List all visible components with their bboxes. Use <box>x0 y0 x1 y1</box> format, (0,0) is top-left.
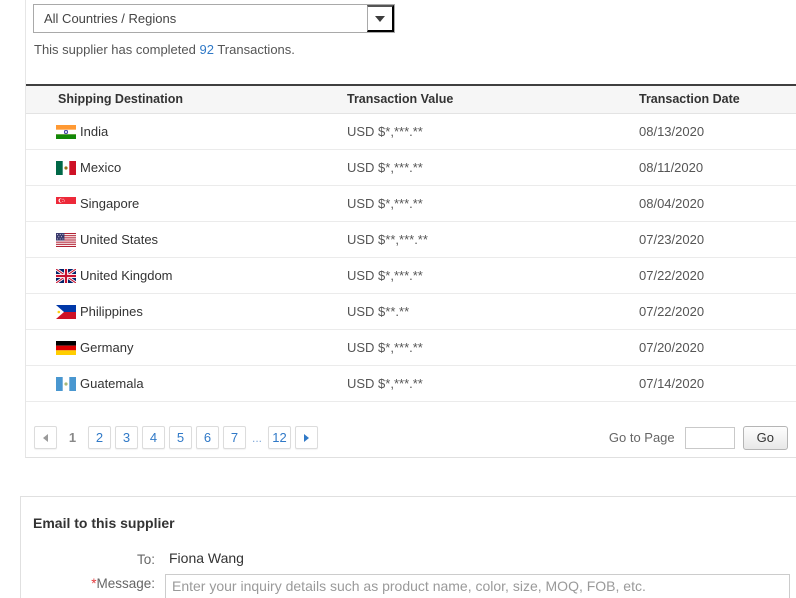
transaction-date-cell: 07/20/2020 <box>638 329 796 366</box>
pagination-page-6[interactable]: 6 <box>196 426 219 449</box>
country-name: United Kingdom <box>80 267 173 283</box>
pager: 1 2 3 4 5 6 7... 12 <box>34 426 609 449</box>
prev-page-icon <box>43 433 48 442</box>
transaction-date-cell: 08/11/2020 <box>638 149 796 186</box>
transaction-value-cell: USD $*,***.** <box>346 113 638 150</box>
country-region-filter[interactable]: All Countries / Regions <box>33 4 395 33</box>
next-page-icon <box>304 433 310 442</box>
transaction-date-cell: 07/22/2020 <box>638 293 796 330</box>
chevron-down-icon <box>375 15 385 22</box>
pagination-page-3[interactable]: 3 <box>115 426 138 449</box>
email-panel-title: Email to this supplier <box>33 514 175 531</box>
shipping-destination-cell: Guatemala <box>26 365 346 402</box>
flag-united-kingdom-icon <box>56 268 76 283</box>
transaction-value-cell: USD $*,***.** <box>346 185 638 222</box>
shipping-destination-cell: Germany <box>26 329 346 366</box>
country-name: India <box>80 123 109 139</box>
shipping-destination-cell: Singapore <box>26 185 346 222</box>
to-label: To: <box>136 551 155 567</box>
pagination-page-12[interactable]: 12 <box>268 426 292 449</box>
flag-germany-icon <box>56 340 76 355</box>
pagination-ellipsis: ... <box>252 430 263 445</box>
country-filter-value: All Countries / Regions <box>44 11 177 26</box>
message-row: *Message: <box>33 573 796 598</box>
flag-guatemala-icon <box>56 376 76 391</box>
table-row: United States USD $**,***.** 07/23/2020 <box>26 221 796 258</box>
country-name: Singapore <box>80 195 140 211</box>
email-supplier-panel: Email to this supplier To: Fiona Wang *M… <box>20 495 796 598</box>
message-label: *Message: <box>33 574 155 591</box>
transaction-value-cell: USD $**,***.** <box>346 221 638 258</box>
table-row: Germany USD $*,***.** 07/20/2020 <box>26 329 796 366</box>
goto-page-input[interactable] <box>684 426 735 449</box>
pagination-bar: 1 2 3 4 5 6 7... 12 Go to Page Go <box>34 425 788 450</box>
transactions-body: India USD $*,***.** 08/13/2020 Mexico USD $*… <box>26 113 796 402</box>
country-name: United States <box>80 231 159 247</box>
flag-india-icon <box>56 124 76 139</box>
transactions-count-link[interactable]: 92 <box>199 42 213 57</box>
table-row: United Kingdom USD $*,***.** 07/22/2020 <box>26 257 796 294</box>
transaction-value-cell: USD $*,***.** <box>346 149 638 186</box>
column-header-transaction-date: Transaction Date <box>638 84 796 114</box>
shipping-destination-cell: United Kingdom <box>26 257 346 294</box>
country-name: Germany <box>80 339 134 355</box>
pagination-page-2[interactable]: 2 <box>88 426 111 449</box>
transaction-value-cell: USD $*,***.** <box>346 329 638 366</box>
table-row: Mexico USD $*,***.** 08/11/2020 <box>26 149 796 186</box>
country-name: Guatemala <box>80 375 144 391</box>
transactions-summary: This supplier has completed 92 Transacti… <box>34 42 796 57</box>
shipping-destination-cell: Philippines <box>26 293 346 330</box>
pagination-next-button[interactable] <box>295 426 319 449</box>
flag-singapore-icon <box>56 196 76 211</box>
goto-page-label: Go to Page <box>608 430 675 445</box>
transaction-date-cell: 07/14/2020 <box>638 365 796 402</box>
column-header-transaction-value: Transaction Value <box>346 84 638 114</box>
to-row: To: Fiona Wang <box>33 550 796 567</box>
country-name: Philippines <box>80 303 143 319</box>
transaction-value-cell: USD $*,***.** <box>346 257 638 294</box>
flag-philippines-icon <box>56 304 76 319</box>
summary-suffix: Transactions. <box>217 42 295 57</box>
transaction-date-cell: 07/23/2020 <box>638 221 796 258</box>
table-header-row: Shipping Destination Transaction Value T… <box>26 84 796 114</box>
flag-united-states-icon <box>56 232 76 247</box>
column-header-shipping-destination: Shipping Destination <box>26 84 346 114</box>
to-value: Fiona Wang <box>169 549 244 566</box>
transactions-panel: All Countries / Regions This supplier ha… <box>25 0 796 458</box>
table-row: Guatemala USD $*,***.** 07/14/2020 <box>26 365 796 402</box>
pagination-prev-button <box>34 426 57 449</box>
transaction-value-cell: USD $*,***.** <box>346 365 638 402</box>
shipping-destination-cell: United States <box>26 221 346 258</box>
transaction-value-cell: USD $**.** <box>346 293 638 330</box>
shipping-destination-cell: Mexico <box>26 149 346 186</box>
go-button[interactable]: Go <box>742 425 788 450</box>
pagination-page-4[interactable]: 4 <box>142 426 165 449</box>
flag-mexico-icon <box>56 160 76 175</box>
message-textarea[interactable] <box>165 573 790 598</box>
country-name: Mexico <box>80 159 122 175</box>
dropdown-arrow-button[interactable] <box>367 5 394 32</box>
table-row: Philippines USD $**.** 07/22/2020 <box>26 293 796 330</box>
message-label-text: Message: <box>96 575 155 591</box>
pagination-page-5[interactable]: 5 <box>169 426 192 449</box>
table-row: Singapore USD $*,***.** 08/04/2020 <box>26 185 796 222</box>
transactions-table: Shipping Destination Transaction Value T… <box>26 84 796 402</box>
pagination-current-page: 1 <box>68 430 77 445</box>
pagination-page-7[interactable]: 7 <box>223 426 246 449</box>
transaction-date-cell: 08/13/2020 <box>638 113 796 150</box>
transaction-date-cell: 07/22/2020 <box>638 257 796 294</box>
goto-page-group: Go to Page Go <box>608 425 788 450</box>
summary-prefix: This supplier has completed <box>34 42 196 57</box>
shipping-destination-cell: India <box>26 113 346 150</box>
transaction-date-cell: 08/04/2020 <box>638 185 796 222</box>
table-row: India USD $*,***.** 08/13/2020 <box>26 113 796 150</box>
